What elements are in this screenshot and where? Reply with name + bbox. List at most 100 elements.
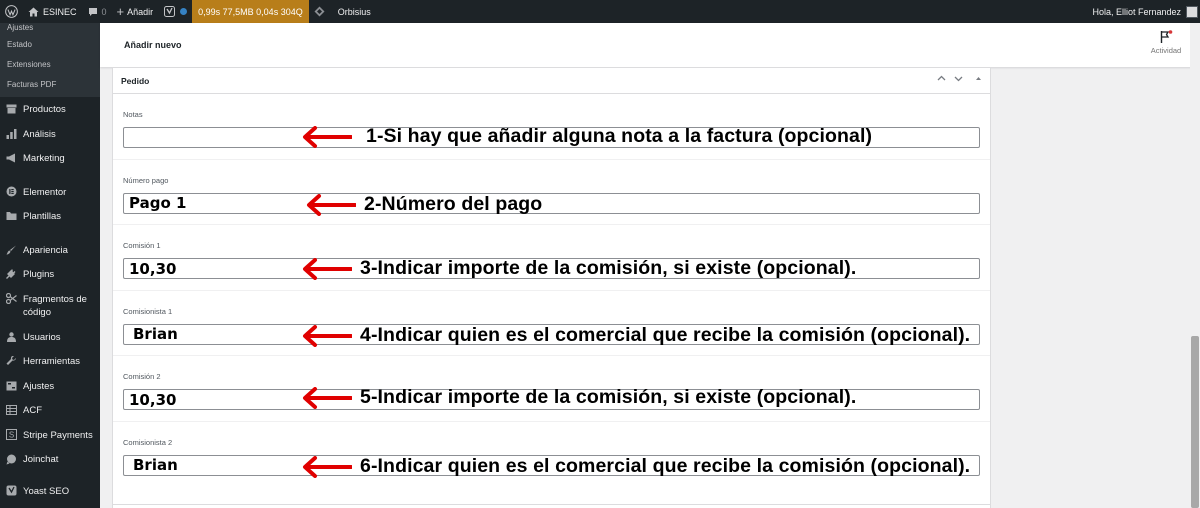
sidebar-item-apariencia[interactable]: Apariencia — [0, 238, 100, 263]
field-label: Comisionista 1 — [123, 306, 173, 316]
sidebar-item-acf[interactable]: ACF — [0, 398, 100, 423]
sidebar-item-label: Elementor — [23, 186, 67, 198]
admin-sidebar: Ajustes Estado Extensiones Facturas PDF … — [0, 23, 100, 508]
red-arrow-icon — [303, 257, 352, 280]
sidebar-item-productos[interactable]: Productos — [0, 97, 100, 122]
annotation-5: 5-Indicar importe de la comisión, si exi… — [302, 386, 856, 409]
avatar — [1186, 5, 1198, 18]
comments-link[interactable]: 0 — [82, 0, 112, 23]
scissors-icon — [5, 293, 17, 305]
sidebar-item-plugins[interactable]: Plugins — [0, 262, 100, 287]
archive-icon — [5, 103, 17, 115]
comments-count: 0 — [101, 6, 107, 17]
sidebar-item-label: Apariencia — [23, 244, 68, 256]
page-header: Añadir nuevo Actividad — [100, 23, 1200, 67]
flag-icon — [1160, 30, 1173, 43]
seo-score-dot — [180, 8, 188, 15]
sidebar-item-elementor[interactable]: Elementor — [0, 180, 100, 205]
submenu-item-estado[interactable]: Estado — [0, 35, 100, 55]
field-label: Comisión 2 — [123, 372, 161, 381]
sidebar-item-ajustes[interactable]: Ajustes — [0, 374, 100, 399]
sidebar-item-joinchat[interactable]: Joinchat — [0, 447, 100, 472]
annotation-text: 4-Indicar quien es el comercial que reci… — [360, 324, 971, 346]
red-arrow-icon — [303, 386, 352, 409]
sidebar-item-label: ACF — [23, 405, 42, 416]
annotation-6: 6-Indicar quien es el comercial que reci… — [302, 455, 970, 478]
sidebar-item-label: Stripe Payments — [23, 429, 93, 441]
sidebar-item-yoast-seo[interactable]: Yoast SEO — [0, 479, 100, 504]
red-arrow-icon — [307, 193, 356, 216]
annotation-text: 1-Si hay que añadir alguna nota a la fac… — [366, 125, 873, 147]
sidebar-item-herramientas[interactable]: Herramientas — [0, 349, 100, 374]
move-down-icon[interactable] — [954, 74, 963, 85]
home-icon — [27, 6, 39, 17]
field-label: Notas — [123, 110, 143, 119]
sidebar-item-label: Yoast SEO — [23, 485, 70, 497]
notice-dot — [1168, 30, 1173, 34]
field-label: Comisionista 2 — [123, 437, 173, 447]
yoast-icon — [5, 485, 17, 497]
diamond-icon — [314, 6, 326, 17]
annotation-3: 3-Indicar importe de la comisión, si exi… — [302, 257, 856, 280]
sidebar-item-label: Plantillas — [23, 211, 62, 222]
sidebar-item-analisis[interactable]: Análisis — [0, 122, 100, 147]
yoast-menu[interactable] — [158, 0, 192, 23]
metabox-header: Pedido — [113, 68, 990, 94]
sidebar-item-label: Análisis — [23, 128, 56, 140]
activity-label: Actividad — [1150, 46, 1182, 55]
annotation-4: 4-Indicar quien es el comercial que reci… — [302, 324, 970, 347]
woocommerce-submenu: Ajustes Estado Extensiones Facturas PDF — [0, 23, 100, 97]
sidebar-item-label: Joinchat — [23, 454, 59, 465]
annotation-text: 3-Indicar importe de la comisión, si exi… — [360, 257, 857, 279]
move-up-icon[interactable] — [937, 74, 946, 85]
svg-text:S: S — [8, 431, 13, 440]
sidebar-item-label: Ajustes — [23, 380, 55, 392]
metabox-title: Pedido — [121, 76, 150, 86]
annotation-text: 5-Indicar importe de la comisión, si exi… — [360, 386, 857, 408]
numero-pago-input[interactable] — [123, 192, 980, 214]
plug-icon — [5, 268, 17, 280]
annotation-text: 6-Indicar quien es el comercial que reci… — [360, 455, 971, 477]
field-label: Comisión 1 — [123, 241, 161, 250]
wordpress-logo-icon[interactable] — [0, 0, 22, 23]
sidebar-item-marketing[interactable]: Marketing — [0, 146, 100, 171]
next-metabox — [112, 504, 991, 508]
my-account-menu[interactable]: Hola, Elliot Fernandez — [1087, 0, 1200, 23]
red-arrow-icon — [303, 324, 352, 347]
query-monitor-stats[interactable]: 0,99s 77,5MB 0,04s 304Q — [192, 0, 309, 23]
sidebar-item-label: Plugins — [23, 269, 55, 280]
sidebar-item-usuarios[interactable]: Usuarios — [0, 325, 100, 350]
field-numero-pago: Número pago — [113, 160, 990, 225]
comment-icon — [87, 6, 99, 17]
wrench-icon — [5, 355, 17, 367]
site-name: ESINEC — [43, 6, 77, 17]
sidebar-item-fragmentos[interactable]: Fragmentos de código — [0, 287, 100, 325]
sidebar-item-label: Productos — [23, 104, 66, 115]
sidebar-item-plantillas[interactable]: Plantillas — [0, 204, 100, 229]
stripe-icon: S — [5, 429, 17, 441]
chat-icon — [5, 453, 17, 465]
brush-icon — [5, 244, 17, 256]
plugin-label: Orbisius — [337, 6, 371, 17]
submenu-item-extensiones[interactable]: Extensiones — [0, 55, 100, 75]
activity-button[interactable]: Actividad — [1148, 30, 1184, 55]
page-title: Añadir nuevo — [124, 40, 182, 50]
folder-icon — [5, 210, 17, 222]
sidebar-item-label: Marketing — [23, 153, 65, 164]
new-label: Añadir — [127, 6, 154, 17]
site-name-link[interactable]: ESINEC — [22, 0, 82, 23]
new-content-link[interactable]: + Añadir — [112, 0, 159, 23]
admin-bar: ESINEC 0 + Añadir 0,99s 77,5MB 0,04s 304… — [0, 0, 1200, 23]
scrollbar-thumb[interactable] — [1191, 336, 1199, 508]
submenu-item-ajustes[interactable]: Ajustes — [0, 23, 100, 35]
field-label: Número pago — [123, 175, 169, 185]
annotation-text: 2-Número del pago — [364, 193, 543, 215]
plus-icon: + — [116, 3, 125, 19]
greeting: Hola, Elliot Fernandez — [1092, 6, 1181, 17]
sidebar-item-stripe-payments[interactable]: S Stripe Payments — [0, 423, 100, 448]
toggle-panel-icon[interactable] — [975, 74, 982, 85]
orbisius-menu[interactable]: Orbisius — [309, 0, 376, 23]
submenu-item-facturas-pdf[interactable]: Facturas PDF — [0, 75, 100, 95]
user-icon — [5, 331, 17, 343]
sidebar-item-label: Fragmentos de código — [23, 293, 87, 318]
